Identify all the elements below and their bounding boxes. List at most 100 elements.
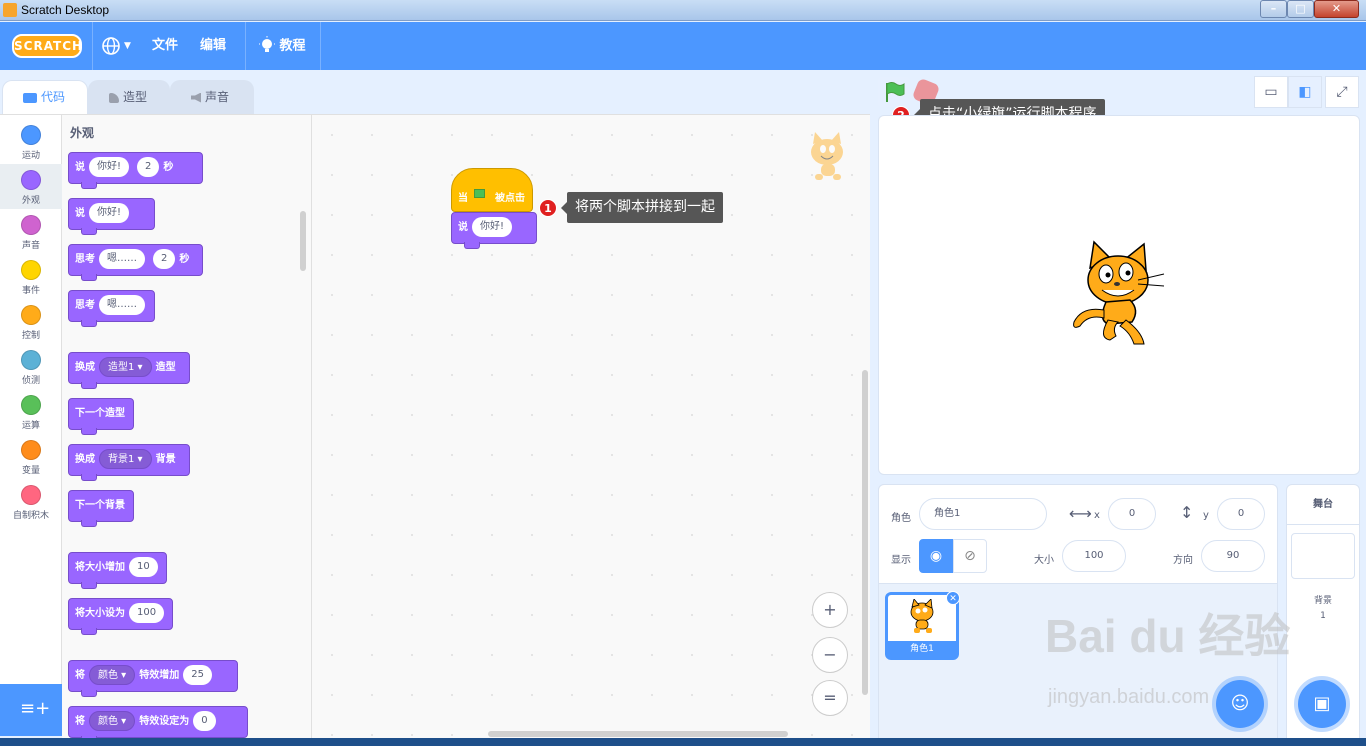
delete-sprite-icon[interactable]: ✕: [946, 591, 960, 605]
costume-dropdown[interactable]: 造型1: [99, 357, 152, 377]
cat-thumbnail-icon: [910, 599, 934, 633]
choose-backdrop-button[interactable]: ▣: [1298, 680, 1346, 728]
palette-scrollbar[interactable]: [300, 211, 306, 271]
category-motion[interactable]: 运动: [0, 119, 62, 164]
tutorials-label: 教程: [279, 38, 306, 54]
tab-costumes[interactable]: 造型: [88, 80, 170, 114]
show-sprite-button[interactable]: ◉: [919, 539, 953, 573]
block-number-input[interactable]: 10: [129, 557, 158, 577]
zoom-in-button[interactable]: +: [812, 592, 848, 628]
script-area-vertical-scrollbar[interactable]: [862, 370, 868, 695]
sprite-thumbnail[interactable]: ✕ 角色1: [885, 591, 960, 660]
small-stage-button[interactable]: ▭: [1254, 76, 1288, 108]
category-sensing[interactable]: 侦测: [0, 344, 62, 389]
sprite-thumbnail-label: 角色1: [888, 641, 956, 657]
choose-sprite-button[interactable]: ☺: [1216, 680, 1264, 728]
cat-sprite[interactable]: [1068, 240, 1168, 348]
file-menu[interactable]: 文件: [152, 36, 178, 56]
tutorials-menu[interactable]: 教程: [259, 36, 311, 56]
zoom-in-icon: +: [823, 600, 837, 619]
size-field[interactable]: 100: [1062, 540, 1126, 572]
block-number-input[interactable]: 2: [137, 157, 160, 177]
add-extension-icon: ≡+: [20, 698, 51, 719]
block-set-size[interactable]: 将大小设为 100: [68, 598, 173, 635]
edit-menu[interactable]: 编辑: [200, 36, 226, 56]
y-field[interactable]: 0: [1217, 498, 1265, 530]
when-flag-clicked-block[interactable]: 当 被点击: [451, 168, 533, 212]
category-my-blocks[interactable]: 自制积木: [0, 479, 62, 524]
block-think[interactable]: 思考 嗯……: [68, 290, 155, 327]
category-label: 外观: [21, 196, 40, 206]
fullscreen-icon: ⤢: [1336, 84, 1348, 100]
category-variables[interactable]: 变量: [0, 434, 62, 479]
large-stage-button[interactable]: ◧: [1288, 76, 1322, 108]
block-text-input[interactable]: 你好!: [89, 157, 130, 177]
block-set-effect[interactable]: 将颜色特效设定为0: [68, 706, 248, 743]
effect-dropdown[interactable]: 颜色: [89, 665, 136, 685]
category-sound[interactable]: 声音: [0, 209, 62, 254]
tab-sounds-label: 声音: [205, 90, 230, 104]
block-number-input[interactable]: 2: [153, 249, 176, 269]
category-label: 声音: [21, 241, 40, 251]
watermark-logo: Bai du 经验: [1045, 610, 1291, 662]
add-extension-button[interactable]: ≡+: [0, 684, 62, 736]
zoom-reset-icon: =: [823, 688, 837, 707]
zoom-out-button[interactable]: −: [812, 637, 848, 673]
block-switch-costume[interactable]: 换成造型1造型: [68, 352, 190, 389]
category-operators[interactable]: 运算: [0, 389, 62, 434]
sprite-watermark-icon: [811, 132, 843, 180]
block-think-for-secs[interactable]: 思考 嗯…… 2 秒: [68, 244, 203, 281]
category-menu: 运动 外观 声音 事件 控制 侦测 运算 变量 自制积木: [0, 114, 62, 684]
block-text-input[interactable]: 嗯……: [99, 295, 145, 315]
effect-dropdown[interactable]: 颜色: [89, 711, 136, 731]
cat-add-icon: ☺: [1230, 693, 1250, 714]
block-switch-backdrop[interactable]: 换成背景1背景: [68, 444, 190, 481]
green-flag-button[interactable]: [878, 77, 910, 107]
menu-bar: SCRATCH ▼ 文件 编辑 教程: [0, 22, 1366, 70]
block-label: 背景: [155, 454, 176, 465]
block-number-input[interactable]: 25: [183, 665, 212, 685]
close-button[interactable]: ✕: [1314, 0, 1359, 18]
block-next-costume[interactable]: 下一个造型: [68, 398, 134, 435]
block-next-backdrop[interactable]: 下一个背景: [68, 490, 134, 527]
block-text-input[interactable]: 你好!: [89, 203, 130, 223]
scratch-logo[interactable]: SCRATCH: [12, 34, 82, 58]
step-annotation-1: 将两个脚本拼接到一起: [561, 192, 723, 223]
backdrop-thumbnail[interactable]: [1291, 533, 1355, 579]
tab-code-label: 代码: [41, 90, 66, 104]
hide-sprite-button[interactable]: ⊘: [953, 539, 987, 573]
block-label: 特效增加: [139, 670, 180, 681]
category-label: 自制积木: [12, 511, 49, 521]
backdrop-dropdown[interactable]: 背景1: [99, 449, 152, 469]
eye-icon: ◉: [929, 548, 943, 564]
script-area-horizontal-scrollbar[interactable]: [488, 731, 788, 737]
block-text-input[interactable]: 你好!: [472, 217, 513, 237]
block-change-size[interactable]: 将大小增加 10: [68, 552, 167, 589]
category-looks[interactable]: 外观: [0, 164, 62, 209]
minimize-button[interactable]: –: [1260, 0, 1287, 18]
x-field[interactable]: 0: [1108, 498, 1156, 530]
sprite-name-field[interactable]: 角色1: [919, 498, 1047, 530]
category-events[interactable]: 事件: [0, 254, 62, 299]
tab-sounds[interactable]: 声音: [170, 80, 254, 114]
block-label: 将: [75, 670, 85, 681]
tab-code[interactable]: 代码: [2, 80, 88, 114]
language-menu[interactable]: ▼: [101, 36, 137, 56]
block-number-input[interactable]: 0: [193, 711, 216, 731]
block-text-input[interactable]: 嗯……: [99, 249, 145, 269]
watermark-url: jingyan.baidu.com: [1048, 686, 1210, 708]
script-say-block[interactable]: 说你好!: [451, 212, 537, 249]
globe-icon: [102, 37, 120, 55]
x-label: x: [1094, 510, 1100, 521]
block-say[interactable]: 说你好!: [68, 198, 155, 235]
maximize-button[interactable]: □: [1287, 0, 1314, 18]
speaker-icon: [191, 92, 201, 103]
zoom-reset-button[interactable]: =: [812, 680, 848, 716]
category-control[interactable]: 控制: [0, 299, 62, 344]
block-say-for-secs[interactable]: 说你好! 2 秒: [68, 152, 203, 189]
block-number-input[interactable]: 100: [129, 603, 165, 623]
fullscreen-button[interactable]: ⤢: [1325, 76, 1359, 108]
block-label: 换成: [75, 454, 95, 465]
direction-field[interactable]: 90: [1201, 540, 1265, 572]
block-change-effect[interactable]: 将颜色特效增加25: [68, 660, 238, 697]
